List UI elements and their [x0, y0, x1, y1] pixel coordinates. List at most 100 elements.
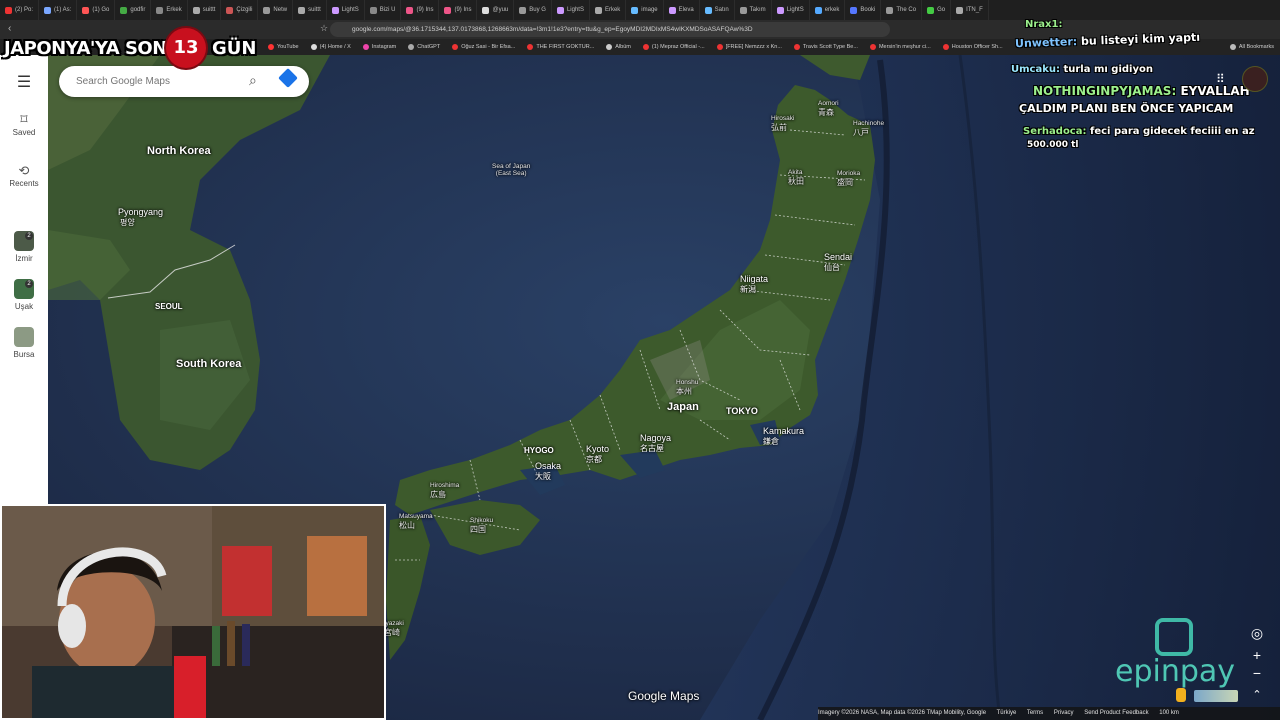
chat-username: Serhadoca:: [1023, 126, 1087, 137]
browser-tab[interactable]: Booki: [845, 0, 882, 20]
browser-tab[interactable]: Eleva: [664, 0, 700, 20]
chat-text: bu listeyi kim yaptı: [1080, 30, 1201, 48]
bookmark-item[interactable]: ChatGPT: [402, 44, 446, 50]
bookmark-item[interactable]: Houston Officer Sh...: [937, 44, 1009, 50]
search-input[interactable]: [74, 75, 248, 88]
menu-icon[interactable]: ☰: [0, 72, 48, 92]
browser-tab-bar: (2) Po: (1) As: (1) Go godfir Erkek suittt Çiz…: [0, 0, 1280, 20]
browser-tab[interactable]: godfir: [115, 0, 152, 20]
chat-username: Nrax1:: [1025, 19, 1063, 30]
map-label-hachinohe-local: 八戸: [853, 128, 869, 137]
browser-tab[interactable]: LightS: [552, 0, 590, 20]
browser-tab[interactable]: (9) Ins: [401, 0, 440, 20]
footer-scale[interactable]: 100 km: [1159, 710, 1179, 716]
bookmark-item[interactable]: Mersin'in meşhur ci...: [864, 44, 937, 50]
footer-terms-link[interactable]: Terms: [1027, 710, 1043, 716]
bookmark-favicon-icon: [452, 44, 459, 50]
search-icon[interactable]: ⌕: [249, 72, 257, 89]
browser-tab[interactable]: Buy G: [514, 0, 552, 20]
map-label-pyongyang-local: 평양: [120, 218, 135, 227]
browser-tab[interactable]: LightS: [772, 0, 810, 20]
epinpay-logo-icon: [1155, 618, 1193, 656]
tab-favicon-icon: [739, 6, 747, 14]
footer-feedback-link[interactable]: Send Product Feedback: [1084, 710, 1148, 716]
bookmark-item[interactable]: Travis Scott Type Be...: [788, 44, 864, 50]
browser-tab[interactable]: Erkek: [590, 0, 627, 20]
bookmark-favicon-icon: [716, 44, 723, 50]
browser-tab[interactable]: Bizi U: [365, 0, 402, 20]
search-box[interactable]: ⌕: [59, 66, 309, 97]
browser-tab[interactable]: Netw: [258, 0, 294, 20]
sponsor-name: epinpay: [1115, 654, 1236, 689]
browser-tab[interactable]: suittt: [188, 0, 222, 20]
recents-button[interactable]: ⟲ Recents: [0, 163, 48, 188]
account-avatar[interactable]: [1242, 66, 1268, 92]
bookmark-item[interactable]: Oğuz Sasi - Bir Efsa...: [446, 44, 521, 50]
layers-thumbnails[interactable]: [1194, 690, 1238, 702]
bookmark-label: (4) Home / X: [319, 44, 351, 50]
bookmark-item[interactable]: (1) Mepraz Official -...: [637, 44, 711, 50]
tab-favicon-icon: [594, 6, 602, 14]
bookmark-item[interactable]: (4) Home / X: [305, 44, 357, 50]
map-label-north-korea: North Korea: [147, 145, 211, 157]
apps-grid-icon[interactable]: ⠿: [1216, 72, 1225, 86]
map-label-kamakura-local: 鎌倉: [763, 437, 779, 446]
browser-tab[interactable]: Satın: [700, 0, 735, 20]
browser-tab[interactable]: The Co: [881, 0, 923, 20]
my-location-icon[interactable]: ◎: [1244, 624, 1270, 642]
zoom-in-button[interactable]: +: [1244, 646, 1270, 664]
bookmark-favicon-icon: [869, 44, 876, 50]
bookmark-item[interactable]: YouTube: [262, 44, 305, 50]
browser-tab[interactable]: image: [626, 0, 664, 20]
browser-tab[interactable]: (1) Go: [77, 0, 116, 20]
saved-button[interactable]: ⌑ Saved: [0, 111, 48, 137]
footer-privacy-link[interactable]: Privacy: [1054, 710, 1074, 716]
bookmark-label: Albüm: [615, 44, 631, 50]
recents-label: Recents: [9, 179, 39, 188]
bookmark-item[interactable]: Albüm: [600, 44, 637, 50]
pegman-icon[interactable]: [1176, 688, 1186, 702]
countdown-days: 13: [166, 28, 206, 68]
map-label-hirosaki-local: 弘前: [771, 123, 787, 132]
map-label-pyongyang-name: Pyongyang: [118, 207, 164, 217]
bookmark-favicon-icon: [642, 44, 649, 50]
recent-place-bursa[interactable]: Bursa: [0, 327, 48, 359]
tab-favicon-icon: [406, 6, 414, 14]
bookmark-item[interactable]: [FREE] Nemzzz x Kn...: [711, 44, 788, 50]
tab-label: Netw: [273, 7, 288, 13]
recent-place-izmir[interactable]: 2 İzmir: [0, 231, 48, 263]
map-label-kamakura: Kamakura 鎌倉: [763, 426, 804, 447]
map-label-seoul: SEOUL: [155, 302, 183, 311]
browser-tab[interactable]: Çizgili: [221, 0, 259, 20]
browser-tab[interactable]: Erkek: [151, 0, 188, 20]
browser-tab[interactable]: LightS: [327, 0, 365, 20]
browser-tab[interactable]: Takım: [735, 0, 772, 20]
bookmark-item[interactable]: THE FIRST GOKTUR...: [521, 44, 600, 50]
place-thumbnail: [14, 327, 34, 347]
place-label: Uşak: [14, 302, 34, 311]
bookmark-star-icon[interactable]: ☆: [320, 23, 328, 34]
tab-favicon-icon: [5, 6, 12, 14]
browser-tab[interactable]: erkek: [810, 0, 846, 20]
chat-username: Unwetter:: [1014, 35, 1078, 51]
map-label-osaka-local: 大阪: [535, 472, 551, 481]
expand-icon[interactable]: ⌃: [1244, 686, 1270, 704]
footer-country[interactable]: Türkiye: [997, 710, 1017, 716]
browser-tab[interactable]: (1) As:: [39, 0, 78, 20]
map-label-hirosaki-name: Hirosaki: [771, 115, 795, 122]
tab-label: suittt: [308, 7, 321, 13]
browser-tab[interactable]: (2) Po:: [0, 0, 40, 20]
browser-tab[interactable]: ITN_F: [951, 0, 989, 20]
directions-icon[interactable]: [278, 68, 298, 88]
tab-label: (1) Go: [92, 7, 110, 13]
bookmark-favicon-icon: [793, 44, 800, 50]
browser-tab[interactable]: @yuu: [477, 0, 515, 20]
address-bar[interactable]: google.com/maps/@36.1715344,137.0173868,…: [330, 22, 890, 37]
zoom-out-button[interactable]: −: [1244, 664, 1270, 682]
browser-tab[interactable]: (9) Ins: [439, 0, 478, 20]
recent-place-usak[interactable]: 2 Uşak: [0, 279, 48, 311]
browser-tab[interactable]: suittt: [293, 0, 327, 20]
bookmark-item[interactable]: Instagram: [357, 44, 402, 50]
bookmark-icon: ⌑: [20, 111, 28, 127]
browser-tab[interactable]: Go: [922, 0, 952, 20]
